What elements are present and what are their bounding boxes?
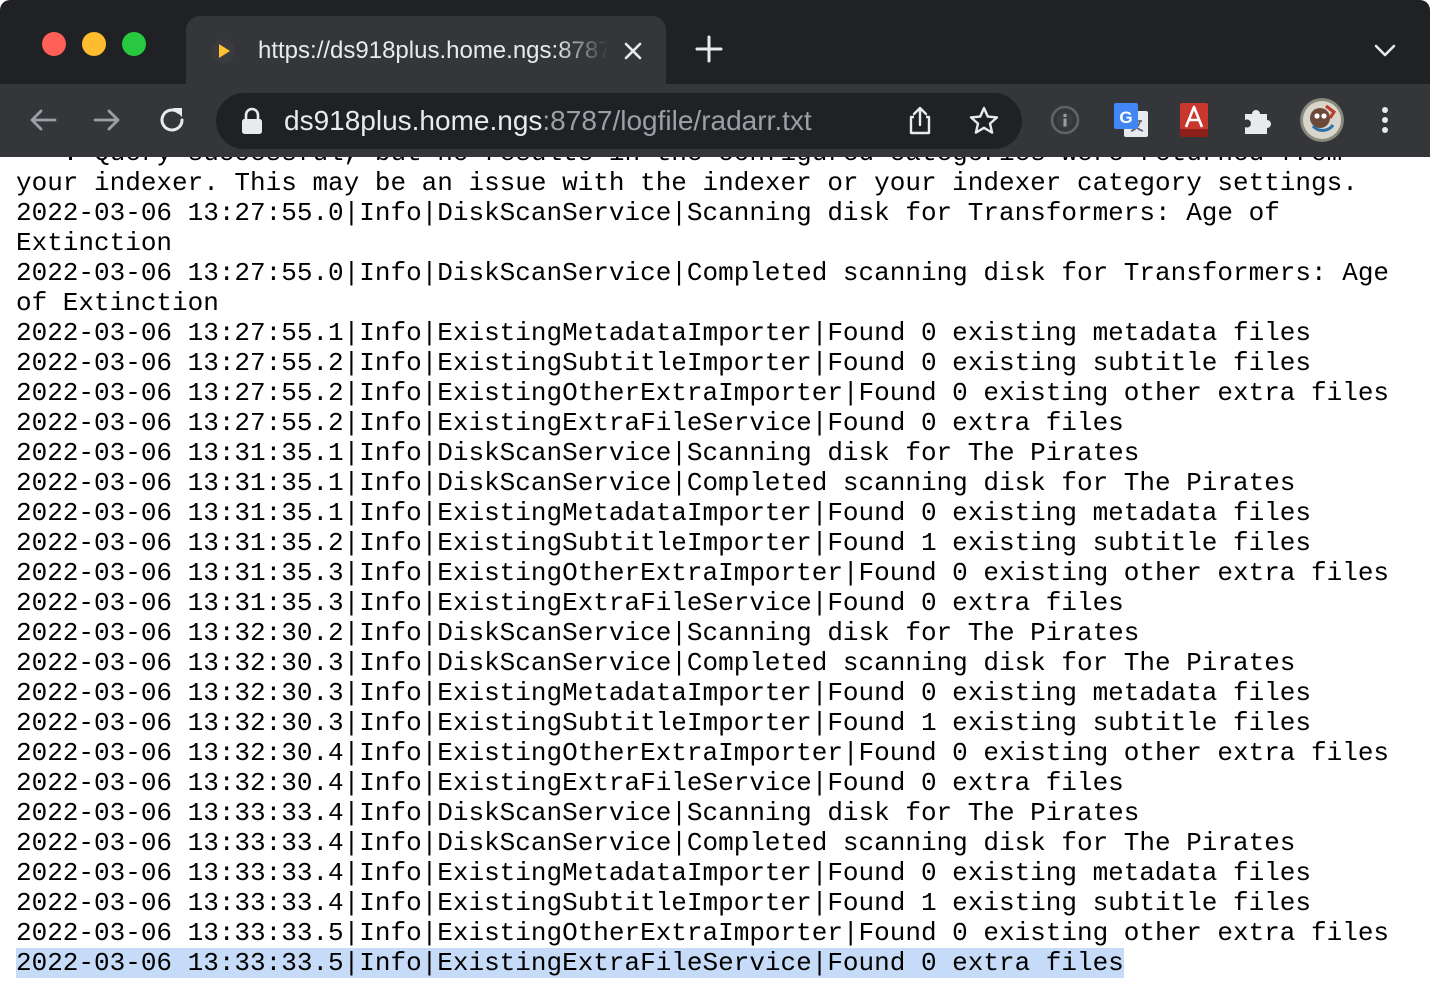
log-line-text: your indexer. This may be an issue with … (16, 168, 1358, 198)
profile-avatar[interactable] (1300, 98, 1344, 142)
log-line: 2022-03-06 13:31:35.3|Info|ExistingOther… (16, 558, 1416, 588)
svg-text:G: G (1119, 108, 1132, 127)
browser-tab[interactable]: https://ds918plus.home.ngs:8787/logfile/… (186, 16, 666, 84)
log-line: 2022-03-06 13:32:30.4|Info|ExistingOther… (16, 738, 1416, 768)
log-line-text: 2022-03-06 13:32:30.4|Info|ExistingOther… (16, 738, 1390, 768)
log-line: 2022-03-06 13:27:55.2|Info|ExistingOther… (16, 378, 1416, 408)
log-line-text: 2022-03-06 13:32:30.4|Info|ExistingExtra… (16, 768, 1124, 798)
log-line-text: 2022-03-06 13:27:55.0|Info|DiskScanServi… (16, 258, 1390, 288)
google-translate-icon[interactable]: G (1112, 101, 1150, 139)
arrow-right-icon[interactable] (90, 103, 124, 137)
tab-strip: https://ds918plus.home.ngs:8787/logfile/… (0, 0, 1430, 84)
log-line: 2022-03-06 13:31:35.1|Info|DiskScanServi… (16, 438, 1416, 468)
close-icon[interactable] (620, 38, 646, 64)
log-line-text: . Query successful, but no results in th… (16, 157, 1342, 168)
log-line-text: 2022-03-06 13:33:33.4|Info|DiskScanServi… (16, 828, 1296, 858)
log-line-text: 2022-03-06 13:31:35.1|Info|DiskScanServi… (16, 468, 1296, 498)
log-line: 2022-03-06 13:32:30.3|Info|DiskScanServi… (16, 648, 1416, 678)
log-line-text: 2022-03-06 13:27:55.1|Info|ExistingMetad… (16, 318, 1312, 348)
log-line: 2022-03-06 13:27:55.2|Info|ExistingSubti… (16, 348, 1416, 378)
log-line-text: 2022-03-06 13:31:35.3|Info|ExistingExtra… (16, 588, 1124, 618)
log-line: Extinction (16, 228, 1416, 258)
info-icon[interactable] (1048, 103, 1082, 137)
window-minimize-button[interactable] (82, 32, 106, 56)
url-host: ds918plus.home.ngs (284, 105, 543, 136)
log-line-text: 2022-03-06 13:27:55.2|Info|ExistingOther… (16, 378, 1390, 408)
log-line-text: 2022-03-06 13:31:35.2|Info|ExistingSubti… (16, 528, 1312, 558)
window-close-button[interactable] (42, 32, 66, 56)
log-line: 2022-03-06 13:31:35.2|Info|ExistingSubti… (16, 528, 1416, 558)
log-line-text: of Extinction (16, 288, 219, 318)
log-line: 2022-03-06 13:27:55.0|Info|DiskScanServi… (16, 198, 1416, 228)
arrow-left-icon[interactable] (26, 103, 60, 137)
play-triangle-icon (211, 39, 235, 63)
log-line: 2022-03-06 13:32:30.2|Info|DiskScanServi… (16, 618, 1416, 648)
log-line: 2022-03-06 13:33:33.5|Info|ExistingExtra… (16, 948, 1416, 978)
window-maximize-button[interactable] (122, 32, 146, 56)
url-text[interactable]: ds918plus.home.ngs:8787/logfile/radarr.t… (284, 105, 812, 137)
log-line: 2022-03-06 13:31:35.1|Info|DiskScanServi… (16, 468, 1416, 498)
log-text: . Query successful, but no results in th… (16, 157, 1416, 978)
log-line-text: 2022-03-06 13:31:35.1|Info|DiskScanServi… (16, 438, 1140, 468)
log-line-text: 2022-03-06 13:27:55.0|Info|DiskScanServi… (16, 198, 1280, 228)
tab-title: https://ds918plus.home.ngs:8787/logfile/… (258, 37, 608, 64)
lock-icon[interactable] (240, 107, 264, 135)
plus-icon[interactable] (694, 34, 724, 64)
log-line: 2022-03-06 13:33:33.4|Info|ExistingSubti… (16, 888, 1416, 918)
log-line-text: 2022-03-06 13:32:30.3|Info|DiskScanServi… (16, 648, 1296, 678)
log-line-text: 2022-03-06 13:33:33.5|Info|ExistingExtra… (16, 948, 1124, 978)
log-line: your indexer. This may be an issue with … (16, 168, 1416, 198)
log-line: 2022-03-06 13:27:55.0|Info|DiskScanServi… (16, 258, 1416, 288)
log-line: 2022-03-06 13:33:33.4|Info|DiskScanServi… (16, 798, 1416, 828)
log-line: 2022-03-06 13:32:30.3|Info|ExistingSubti… (16, 708, 1416, 738)
pdf-icon[interactable] (1176, 101, 1212, 139)
page-content: . Query successful, but no results in th… (0, 157, 1430, 1004)
log-line: of Extinction (16, 288, 1416, 318)
log-line-text: 2022-03-06 13:33:33.5|Info|ExistingOther… (16, 918, 1390, 948)
address-bar[interactable]: ds918plus.home.ngs:8787/logfile/radarr.t… (216, 93, 1022, 149)
browser-window: https://ds918plus.home.ngs:8787/logfile/… (0, 0, 1430, 157)
log-line-text: 2022-03-06 13:32:30.3|Info|ExistingSubti… (16, 708, 1312, 738)
browser-toolbar: ds918plus.home.ngs:8787/logfile/radarr.t… (0, 84, 1430, 157)
log-line: 2022-03-06 13:33:33.4|Info|DiskScanServi… (16, 828, 1416, 858)
log-line-text: 2022-03-06 13:32:30.2|Info|DiskScanServi… (16, 618, 1140, 648)
kebab-menu-icon[interactable] (1368, 103, 1402, 137)
log-line-text: 2022-03-06 13:31:35.1|Info|ExistingMetad… (16, 498, 1312, 528)
log-line-text: 2022-03-06 13:27:55.2|Info|ExistingExtra… (16, 408, 1124, 438)
log-line-text: Extinction (16, 228, 173, 258)
star-icon[interactable] (968, 105, 1000, 137)
log-line: 2022-03-06 13:27:55.2|Info|ExistingExtra… (16, 408, 1416, 438)
log-line: 2022-03-06 13:33:33.5|Info|ExistingOther… (16, 918, 1416, 948)
url-path: :8787/logfile/radarr.txt (542, 105, 812, 136)
share-icon[interactable] (904, 105, 936, 137)
log-line: 2022-03-06 13:32:30.3|Info|ExistingMetad… (16, 678, 1416, 708)
log-line-text: 2022-03-06 13:31:35.3|Info|ExistingOther… (16, 558, 1390, 588)
log-line-text: 2022-03-06 13:33:33.4|Info|DiskScanServi… (16, 798, 1140, 828)
log-line: 2022-03-06 13:33:33.4|Info|ExistingMetad… (16, 858, 1416, 888)
avatar-image (1300, 98, 1344, 142)
log-line-text: 2022-03-06 13:33:33.4|Info|ExistingMetad… (16, 858, 1312, 888)
chevron-down-icon[interactable] (1370, 36, 1400, 66)
log-line-text: 2022-03-06 13:32:30.3|Info|ExistingMetad… (16, 678, 1312, 708)
log-line: . Query successful, but no results in th… (16, 157, 1416, 168)
log-line-text: 2022-03-06 13:27:55.2|Info|ExistingSubti… (16, 348, 1312, 378)
reload-icon[interactable] (155, 103, 189, 137)
log-line-text: 2022-03-06 13:33:33.4|Info|ExistingSubti… (16, 888, 1312, 918)
log-line: 2022-03-06 13:31:35.3|Info|ExistingExtra… (16, 588, 1416, 618)
log-line: 2022-03-06 13:32:30.4|Info|ExistingExtra… (16, 768, 1416, 798)
log-line: 2022-03-06 13:27:55.1|Info|ExistingMetad… (16, 318, 1416, 348)
log-line: 2022-03-06 13:31:35.1|Info|ExistingMetad… (16, 498, 1416, 528)
puzzle-icon[interactable] (1240, 103, 1274, 137)
